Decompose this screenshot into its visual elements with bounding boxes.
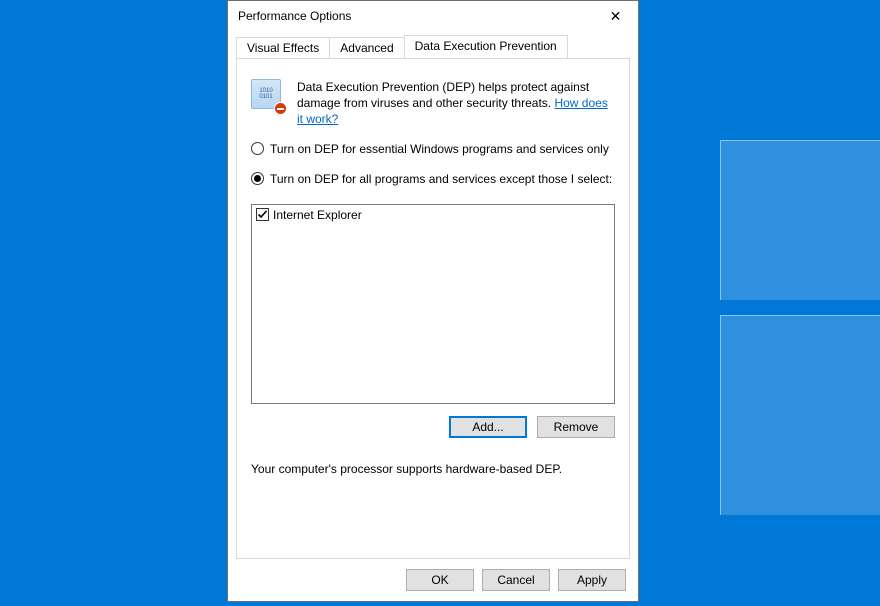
- titlebar[interactable]: Performance Options ✕: [228, 1, 638, 31]
- dep-blocked-badge-icon: [274, 102, 287, 115]
- wallpaper-beam: [720, 140, 880, 300]
- wallpaper-beam: [720, 315, 880, 515]
- radio-dep-all-except[interactable]: Turn on DEP for all programs and service…: [251, 172, 615, 186]
- dep-exception-list[interactable]: Internet Explorer: [251, 204, 615, 404]
- list-item[interactable]: Internet Explorer: [254, 207, 612, 223]
- dep-chip-icon: 10100101: [251, 79, 285, 113]
- dep-status-text: Your computer's processor supports hardw…: [251, 462, 615, 476]
- tab-advanced[interactable]: Advanced: [329, 37, 404, 59]
- radio-dep-essential[interactable]: Turn on DEP for essential Windows progra…: [251, 142, 615, 156]
- close-icon: ✕: [610, 8, 622, 25]
- remove-button[interactable]: Remove: [537, 416, 615, 438]
- list-item-label: Internet Explorer: [273, 208, 362, 222]
- window-title: Performance Options: [238, 9, 593, 23]
- dep-list-buttons: Add... Remove: [251, 416, 615, 438]
- radio-icon: [251, 172, 264, 185]
- dep-intro: 10100101 Data Execution Prevention (DEP)…: [251, 79, 615, 128]
- cancel-button[interactable]: Cancel: [482, 569, 550, 591]
- dep-intro-body: Data Execution Prevention (DEP) helps pr…: [297, 80, 589, 110]
- dialog-button-row: OK Cancel Apply: [228, 559, 638, 601]
- tab-data-execution-prevention[interactable]: Data Execution Prevention: [404, 35, 568, 58]
- radio-icon: [251, 142, 264, 155]
- radio-label: Turn on DEP for essential Windows progra…: [270, 142, 609, 156]
- ok-button[interactable]: OK: [406, 569, 474, 591]
- checkbox-icon[interactable]: [256, 208, 269, 221]
- radio-label: Turn on DEP for all programs and service…: [270, 172, 612, 186]
- dep-intro-text: Data Execution Prevention (DEP) helps pr…: [297, 79, 615, 128]
- close-button[interactable]: ✕: [593, 1, 638, 31]
- add-button[interactable]: Add...: [449, 416, 527, 438]
- desktop-background: Performance Options ✕ Visual Effects Adv…: [0, 0, 880, 606]
- performance-options-dialog: Performance Options ✕ Visual Effects Adv…: [227, 0, 639, 602]
- tab-strip: Visual Effects Advanced Data Execution P…: [228, 35, 638, 58]
- tab-panel-dep: 10100101 Data Execution Prevention (DEP)…: [236, 58, 630, 559]
- tab-visual-effects[interactable]: Visual Effects: [236, 37, 330, 59]
- apply-button[interactable]: Apply: [558, 569, 626, 591]
